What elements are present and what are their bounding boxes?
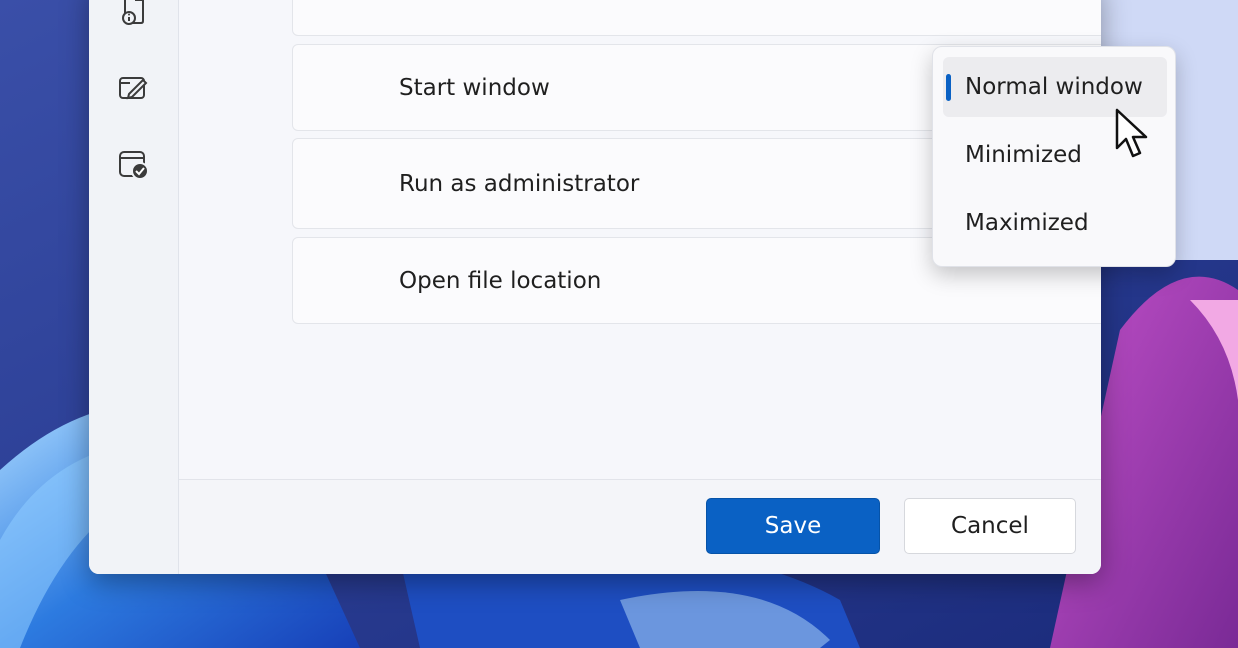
start-window-label: Start window bbox=[399, 74, 550, 101]
sidebar bbox=[89, 0, 179, 574]
mouse-cursor-icon bbox=[1115, 108, 1148, 158]
dialog-footer: Save Cancel bbox=[179, 479, 1101, 574]
cancel-button[interactable]: Cancel bbox=[904, 498, 1076, 554]
selection-indicator bbox=[946, 74, 951, 101]
option-label: Normal window bbox=[965, 74, 1143, 100]
file-info-icon[interactable] bbox=[116, 0, 150, 25]
option-maximized[interactable]: Maximized bbox=[943, 193, 1167, 253]
target-path-card bbox=[292, 0, 1101, 36]
option-label: Minimized bbox=[965, 142, 1082, 168]
edit-image-icon[interactable] bbox=[116, 71, 150, 105]
run-as-admin-label: Run as administrator bbox=[399, 170, 640, 197]
option-label: Maximized bbox=[965, 210, 1089, 236]
save-button[interactable]: Save bbox=[706, 498, 880, 554]
open-file-location-label: Open file location bbox=[399, 267, 602, 294]
verified-window-icon[interactable] bbox=[116, 147, 150, 181]
